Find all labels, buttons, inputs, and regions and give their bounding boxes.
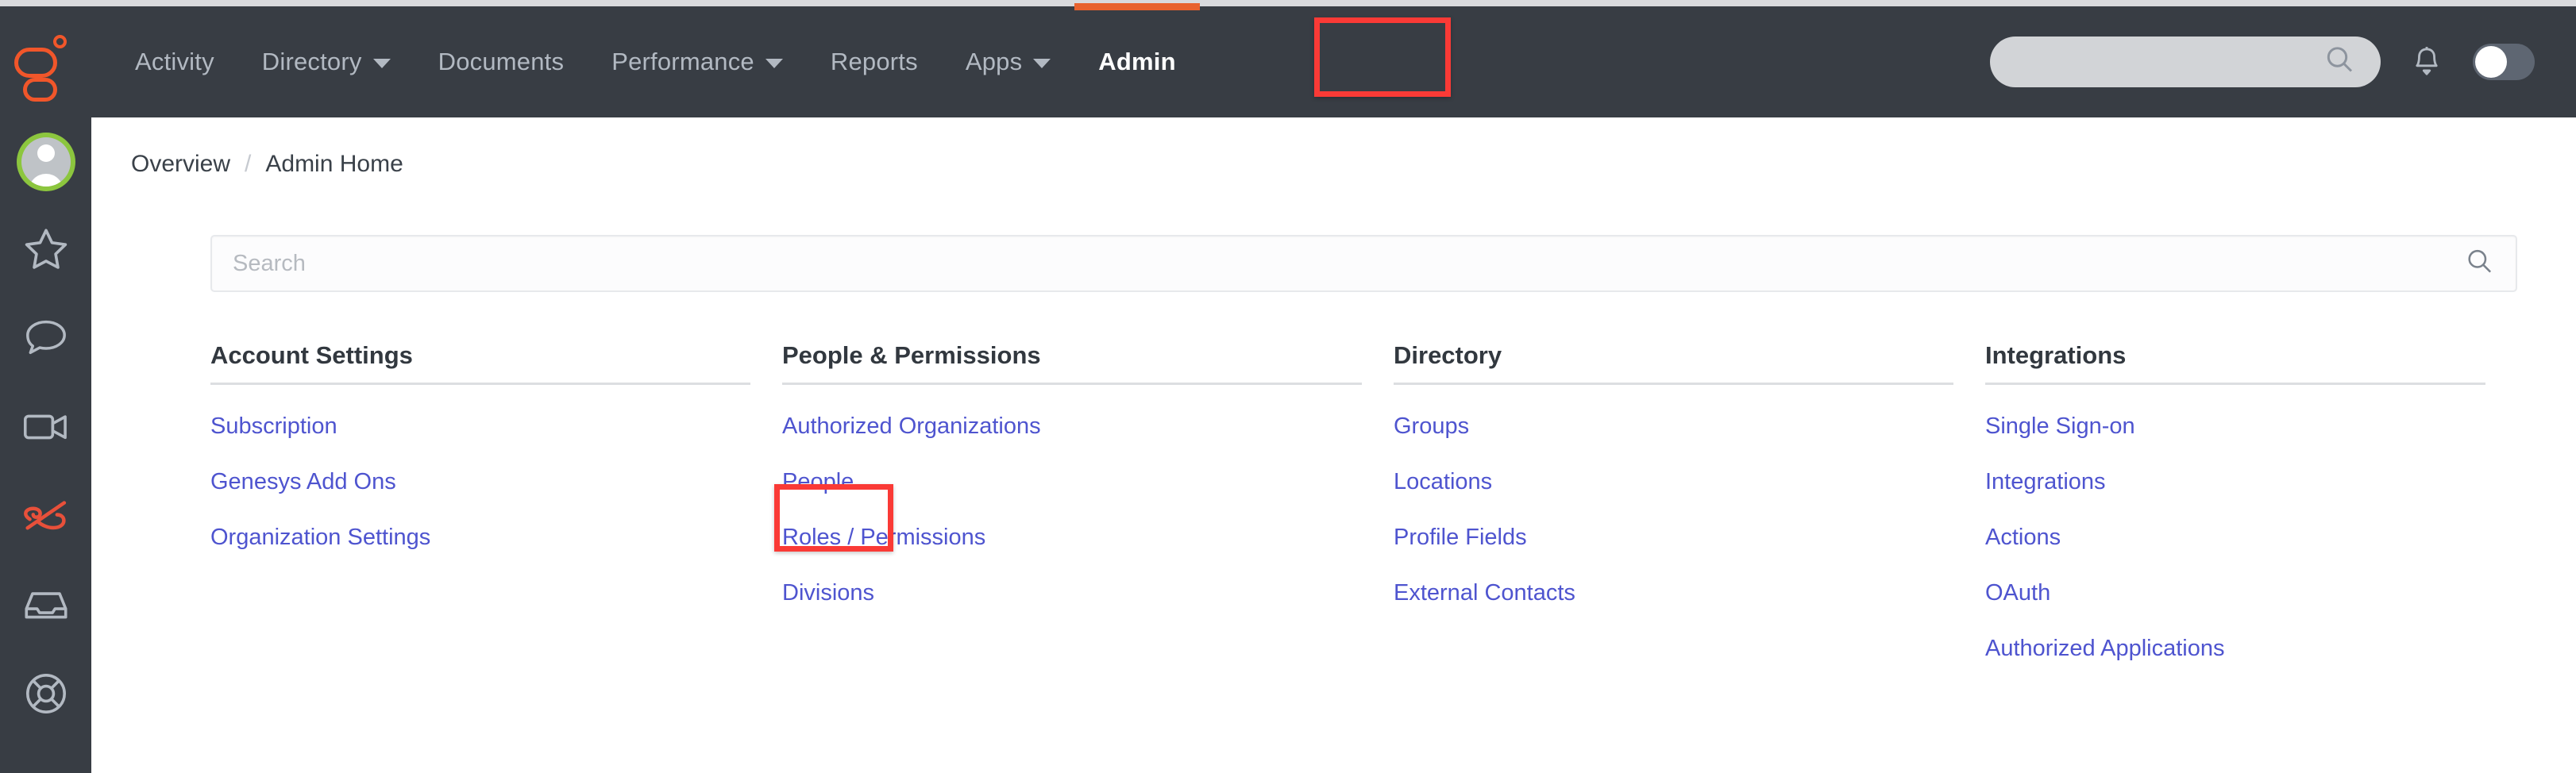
link-column-integrations: Integrations Single Sign-on Integrations Ac… [1985, 341, 2517, 691]
inbox-tray-icon [22, 586, 70, 628]
search-icon[interactable] [2465, 247, 2495, 281]
admin-link-genesys-add-ons[interactable]: Genesys Add Ons [210, 469, 396, 495]
admin-link-columns: Account Settings Subscription Genesys Add … [210, 341, 2517, 691]
presence-toggle[interactable] [2473, 44, 2535, 80]
link-column-people-permissions: People & Permissions Authorized Organizat… [782, 341, 1394, 691]
column-divider [1985, 383, 2485, 385]
admin-link-authorized-organizations[interactable]: Authorized Organizations [782, 413, 1041, 440]
column-link-list: Subscription Genesys Add Ons Organization … [210, 413, 782, 551]
chevron-down-icon [1033, 59, 1051, 68]
main-content: Overview / Admin Home Account Settings Subs… [91, 117, 2576, 773]
breadcrumb-separator: / [245, 151, 251, 178]
admin-link-profile-fields[interactable]: Profile Fields [1394, 525, 1527, 551]
column-heading: People & Permissions [782, 341, 1394, 383]
avatar-body [29, 174, 64, 187]
nav-item-label: Documents [438, 48, 565, 76]
column-divider [782, 383, 1362, 385]
admin-link-locations[interactable]: Locations [1394, 469, 1492, 495]
breadcrumb-item-admin-home[interactable]: Admin Home [265, 151, 403, 178]
global-search-box[interactable] [1990, 37, 2381, 87]
nav-item-admin[interactable]: Admin [1074, 6, 1199, 117]
nav-item-label: Reports [831, 48, 918, 76]
app-root: Activity Directory Documents Performance Rep… [0, 0, 2576, 773]
column-heading: Directory [1394, 341, 1985, 383]
avatar [17, 133, 75, 191]
rail-item-chat[interactable] [0, 295, 91, 384]
video-camera-icon [21, 410, 71, 448]
nav-item-label: Apps [966, 48, 1022, 76]
search-icon [2323, 44, 2357, 81]
chevron-down-icon [765, 59, 783, 68]
nav-item-performance[interactable]: Performance [588, 6, 807, 117]
bell-icon[interactable] [2404, 37, 2449, 87]
column-divider [210, 383, 750, 385]
column-link-list: Authorized Organizations People Roles / Pe… [782, 413, 1394, 606]
avatar-head [37, 144, 55, 162]
admin-link-subscription[interactable]: Subscription [210, 413, 337, 440]
nav-item-reports[interactable]: Reports [807, 6, 942, 117]
window-top-strip [0, 0, 2576, 6]
lifesaver-icon [23, 671, 69, 721]
nav-item-label: Directory [262, 48, 362, 76]
column-heading: Integrations [1985, 341, 2517, 383]
genesys-logo[interactable] [14, 35, 71, 95]
admin-link-oauth[interactable]: OAuth [1985, 580, 2050, 606]
chat-bubble-icon [23, 317, 69, 363]
admin-link-integrations[interactable]: Integrations [1985, 469, 2106, 495]
nav-item-directory[interactable]: Directory [238, 6, 415, 117]
active-tab-indicator [1074, 3, 1199, 10]
column-heading: Account Settings [210, 341, 782, 383]
link-column-account-settings: Account Settings Subscription Genesys Add … [210, 341, 782, 691]
nav-item-label: Admin [1098, 48, 1175, 76]
breadcrumb-item-overview[interactable]: Overview [131, 151, 230, 178]
star-icon [23, 227, 69, 275]
column-link-list: Single Sign-on Integrations Actions OAuth Au… [1985, 413, 2517, 662]
admin-link-external-contacts[interactable]: External Contacts [1394, 580, 1575, 606]
nav-item-activity[interactable]: Activity [111, 6, 238, 117]
admin-search-field[interactable] [210, 235, 2517, 292]
admin-link-roles-permissions[interactable]: Roles / Permissions [782, 525, 985, 551]
admin-link-actions[interactable]: Actions [1985, 525, 2061, 551]
admin-link-authorized-applications[interactable]: Authorized Applications [1985, 636, 2224, 662]
nav-item-list: Activity Directory Documents Performance Rep… [111, 6, 1200, 117]
rail-item-help[interactable] [0, 651, 91, 740]
column-divider [1394, 383, 1953, 385]
search-input[interactable] [233, 237, 2377, 290]
nav-right-tools [1990, 6, 2535, 117]
rail-item-video[interactable] [0, 384, 91, 473]
avatar-image [21, 137, 71, 187]
logo-pill-top [14, 48, 57, 78]
phone-missed-icon [21, 496, 71, 540]
logo-dot [53, 35, 67, 48]
admin-link-organization-settings[interactable]: Organization Settings [210, 525, 430, 551]
link-column-directory: Directory Groups Locations Profile Fields Ex… [1394, 341, 1985, 691]
admin-link-single-sign-on[interactable]: Single Sign-on [1985, 413, 2135, 440]
left-icon-rail [0, 117, 91, 773]
breadcrumb: Overview / Admin Home [131, 151, 403, 178]
nav-item-documents[interactable]: Documents [415, 6, 588, 117]
rail-item-profile[interactable] [0, 117, 91, 206]
chevron-down-icon [373, 59, 391, 68]
nav-item-label: Activity [135, 48, 214, 76]
logo-pill-bottom [23, 78, 57, 102]
column-link-list: Groups Locations Profile Fields External Co… [1394, 413, 1985, 606]
admin-link-groups[interactable]: Groups [1394, 413, 1469, 440]
top-navigation-bar: Activity Directory Documents Performance Rep… [0, 6, 2576, 117]
admin-link-people[interactable]: People [782, 469, 854, 495]
nav-item-label: Performance [611, 48, 754, 76]
rail-item-favorites[interactable] [0, 206, 91, 295]
admin-link-divisions[interactable]: Divisions [782, 580, 874, 606]
toggle-knob [2475, 46, 2507, 78]
nav-item-apps[interactable]: Apps [942, 6, 1074, 117]
rail-item-calls[interactable] [0, 473, 91, 562]
rail-item-inbox[interactable] [0, 562, 91, 651]
